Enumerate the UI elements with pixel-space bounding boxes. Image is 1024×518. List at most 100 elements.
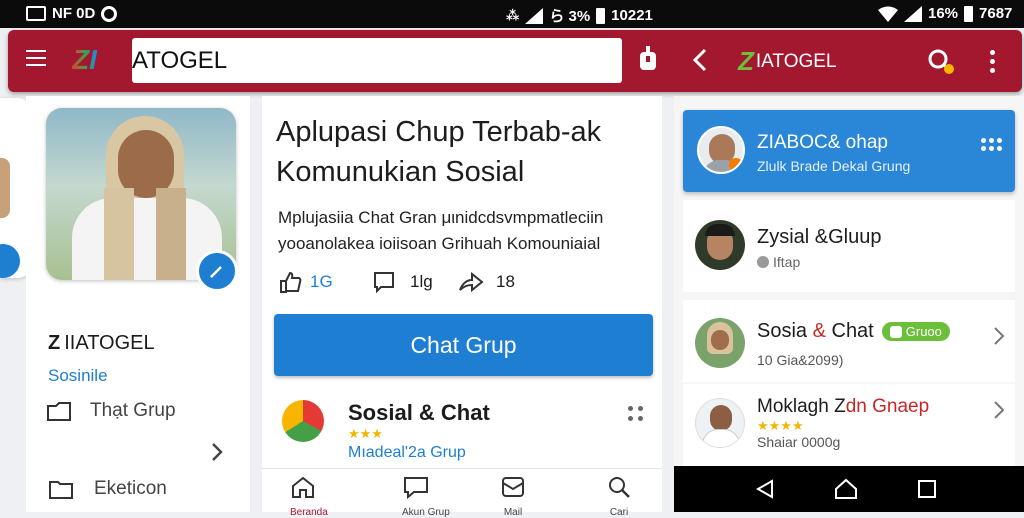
status-time: 10221 xyxy=(611,7,653,24)
chat-icon xyxy=(404,477,428,499)
share-action[interactable]: 18 xyxy=(458,270,515,294)
status-time-right: 7687 xyxy=(979,5,1013,22)
chat-avatar xyxy=(695,318,745,368)
chat-title-b: Chat xyxy=(825,320,874,342)
menu-item-education[interactable]: Eketicon xyxy=(48,478,167,500)
chat-stars: ★★★★ xyxy=(757,418,804,433)
post-desc-line2: yooanolakea ioiisoan Grihuah Komouniaial xyxy=(278,234,601,253)
chat-item[interactable]: Zysial &Gluup Iftap xyxy=(683,200,1015,292)
active-chat-title: ZIABOC& ohap xyxy=(757,132,888,153)
chevron-right-icon[interactable] xyxy=(210,442,224,462)
chat-item[interactable]: Sosia & Chat Gruoo 10 Gia&2099) xyxy=(683,300,1015,382)
menu-icon[interactable] xyxy=(26,50,46,66)
share-count: 18 xyxy=(496,272,515,291)
menu-item-label: Thạt Grup xyxy=(90,400,176,421)
status-center: ⁂ ら 3% 10221 xyxy=(506,5,653,26)
chat-group-button[interactable]: Chat Grup xyxy=(274,314,653,376)
badge-icon xyxy=(889,325,902,338)
mail-icon xyxy=(502,477,524,497)
feed-item-stars: ★★★ xyxy=(348,426,383,441)
comment-action[interactable]: 1lg xyxy=(372,270,433,294)
like-count: 1G xyxy=(310,272,333,291)
nav-home-icon[interactable] xyxy=(834,478,858,500)
feed-item-title: Sosial & Chat xyxy=(348,400,490,425)
status-right: 16% 7687 xyxy=(878,5,1012,22)
group-badge: Gruoo xyxy=(881,322,950,341)
chat-item-active[interactable]: ZIABOC& ohap Zlulk Brade Dekal Grung xyxy=(683,110,1015,192)
share-icon xyxy=(459,271,484,293)
feed-item-logo xyxy=(282,400,324,442)
nav-recents-icon[interactable] xyxy=(918,480,936,498)
gallery-icon xyxy=(26,6,46,21)
gear-icon xyxy=(757,256,769,268)
app-logo: ZI xyxy=(72,44,97,76)
active-chat-more-icon[interactable] xyxy=(981,138,1002,151)
system-nav-bar xyxy=(674,466,1024,512)
bookmark-icon[interactable] xyxy=(636,46,660,74)
profile-brand-text: IIATOGEL xyxy=(64,332,155,354)
chat-subtitle: Shaiar 0000g xyxy=(757,434,841,450)
chat-group-button-label: Chat Grup xyxy=(410,331,517,358)
chat-avatar xyxy=(695,398,745,448)
sync-icon xyxy=(101,5,118,22)
search-input[interactable]: ATOGEL xyxy=(132,47,227,75)
profile-panel: Z IIATOGEL Sosinile Thạt Grup Eketicon xyxy=(26,96,250,512)
right-brand-text: IATOGEL xyxy=(755,50,837,72)
chat-title: Moklagh Z dn Gnaep xyxy=(757,396,929,418)
chat-subtitle: 10 Gia&2099) xyxy=(757,352,844,368)
feed-item[interactable]: Sosial & Chat ★★★ Mıadeal'2a Grup xyxy=(262,384,662,472)
signal-icon-2 xyxy=(904,5,922,22)
comment-count: 1lg xyxy=(410,272,433,291)
chat-subtitle: Iftap xyxy=(773,254,801,270)
chat-title: Zysial &Gluup xyxy=(757,226,882,248)
thumbs-up-icon xyxy=(280,271,302,293)
menu-item-chat-group[interactable]: Thạt Grup xyxy=(46,400,176,422)
chevron-right-icon[interactable] xyxy=(993,326,1005,346)
battery-percent: 16% xyxy=(928,5,959,22)
battery-icon xyxy=(596,7,606,24)
like-action[interactable]: 1G xyxy=(278,270,333,294)
chevron-right-icon[interactable] xyxy=(993,400,1005,420)
chat-avatar xyxy=(695,220,745,270)
chat-title-a: Sosia xyxy=(757,320,813,342)
comment-icon xyxy=(374,272,394,294)
home-icon xyxy=(292,476,314,498)
profile-subtitle: Sosinile xyxy=(48,366,108,385)
pencil-icon xyxy=(210,266,222,278)
status-left-text: NF 0D xyxy=(52,5,96,22)
search-icon xyxy=(609,477,630,498)
nav-back-icon[interactable] xyxy=(756,479,774,499)
search-bar[interactable]: ATOGEL xyxy=(132,38,622,83)
chat-list-panel: ZIABOC& ohap Zlulk Brade Dekal Grung Zys… xyxy=(674,96,1024,468)
search-notify-icon[interactable] xyxy=(926,48,956,76)
badge-label: Gruoo xyxy=(905,324,942,339)
signal-icon xyxy=(525,7,544,24)
chat-title-b: dn Gnaep xyxy=(845,396,930,417)
tab-chat-label: Akun Grup xyxy=(402,507,450,518)
edit-profile-button[interactable] xyxy=(196,250,238,292)
feed-item-subtitle: Mıadeal'2a Grup xyxy=(348,444,466,461)
chat-title-amp: & xyxy=(812,320,826,342)
brand-mark-icon: Z xyxy=(48,332,61,354)
drag-handle-icon[interactable] xyxy=(628,406,643,421)
tab-mail-label: Mail xyxy=(503,507,523,518)
folder-icon-2 xyxy=(49,481,73,499)
back-icon[interactable] xyxy=(692,48,708,72)
chat-item[interactable]: Moklagh Z dn Gnaep ★★★★ Shaiar 0000g xyxy=(683,384,1015,468)
tab-search-label: Cari xyxy=(609,507,629,518)
post-title-line2: Komunukian Sosial xyxy=(276,156,525,188)
bottom-tab-bar: Beranda Akun Grup Mail Cari xyxy=(262,468,662,518)
chat-title-a: Moklagh Z xyxy=(757,396,846,417)
profile-brand: Z IIATOGEL xyxy=(48,332,155,355)
menu-item-label-2: Eketicon xyxy=(94,478,167,499)
status-center-text: ら 3% xyxy=(549,8,591,25)
tab-home-label: Beranda xyxy=(290,507,328,518)
app-bar: ZI ATOGEL Z IATOGEL xyxy=(8,30,1022,92)
vibrate-icon: ⁂ xyxy=(506,7,520,23)
battery-icon-2 xyxy=(964,5,974,22)
more-options-icon[interactable] xyxy=(990,50,995,73)
logo-mark: ZI xyxy=(72,44,97,75)
chat-title: Sosia & Chat Gruoo xyxy=(757,320,950,343)
active-chat-subtitle: Zlulk Brade Dekal Grung xyxy=(757,158,911,174)
status-left: NF 0D xyxy=(26,5,118,22)
